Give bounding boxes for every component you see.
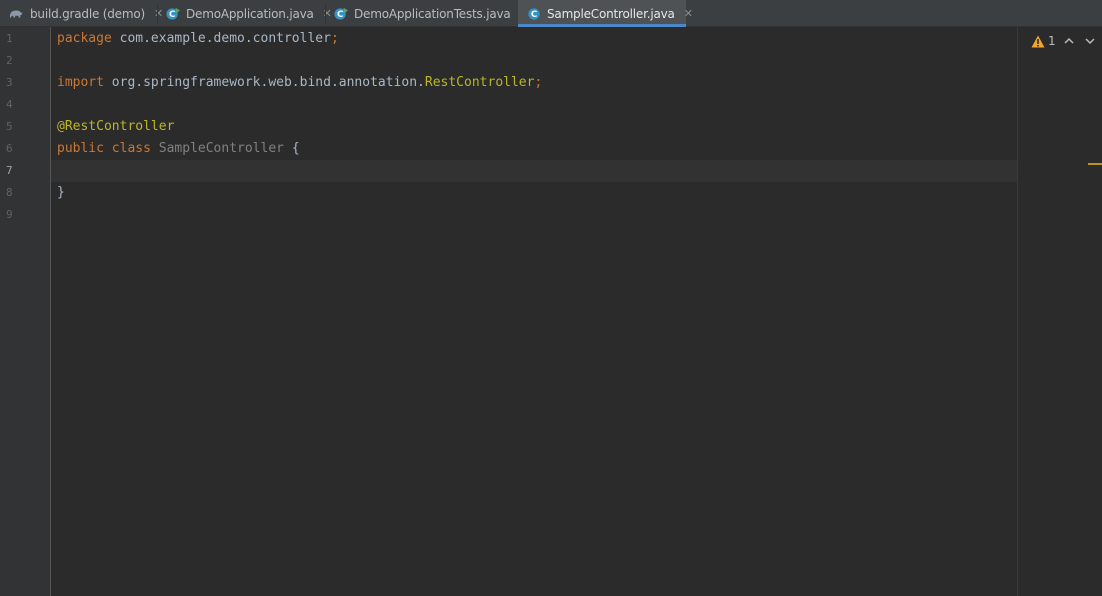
code-text[interactable]: @RestController <box>57 116 174 138</box>
line-number: 1 <box>6 32 13 45</box>
java-class-run-icon: C <box>334 7 348 20</box>
warning-count: 1 <box>1048 34 1056 48</box>
code-token: RestController <box>424 75 535 90</box>
code-text[interactable]: public class SampleController { <box>57 138 300 160</box>
code-token: ; <box>534 75 543 90</box>
tab-demo-application[interactable]: C DemoApplication.java ✕ <box>158 0 332 27</box>
right-margin-guide <box>1017 27 1018 596</box>
code-token: { <box>284 141 300 156</box>
tab-label: build.gradle (demo) <box>30 6 145 21</box>
code-line[interactable]: 2 <box>0 50 1017 72</box>
tab-label: SampleController.java <box>547 6 675 21</box>
code-token: class <box>111 141 151 156</box>
inspection-widget[interactable]: 1 <box>1031 34 1056 48</box>
editor-tab-bar: build.gradle (demo) ✕ C DemoApplication.… <box>0 0 1102 27</box>
code-editor[interactable]: 1 package com.example.demo.controller; 2 3 i… <box>0 27 1102 596</box>
gradle-elephant-icon <box>9 10 23 18</box>
code-token: SampleController <box>158 141 284 156</box>
svg-text:C: C <box>169 10 175 20</box>
tab-label: DemoApplicationTests.java <box>354 6 511 21</box>
line-number: 3 <box>6 76 13 89</box>
code-line[interactable]: 7 <box>0 160 1017 182</box>
code-token: public <box>57 141 104 156</box>
code-line[interactable]: 4 <box>0 94 1017 116</box>
chevron-down-icon[interactable] <box>1084 35 1096 47</box>
code-token: package <box>57 31 112 46</box>
line-number: 6 <box>6 142 13 155</box>
code-line[interactable]: 5 @RestController <box>0 116 1017 138</box>
code-token: org.springframework.web.bind.annotation. <box>103 75 425 90</box>
code-line[interactable]: 1 package com.example.demo.controller; <box>0 28 1017 50</box>
code-line[interactable]: 9 <box>0 204 1017 226</box>
code-line[interactable]: 6 public class SampleController { <box>0 138 1017 160</box>
line-number: 9 <box>6 208 13 221</box>
line-number: 8 <box>6 186 13 199</box>
line-number: 7 <box>6 164 13 177</box>
tab-sample-controller[interactable]: C SampleController.java ✕ <box>518 0 693 27</box>
warning-stripe-marker[interactable] <box>1088 163 1102 165</box>
code-token: import <box>57 75 104 90</box>
close-icon[interactable]: ✕ <box>684 7 693 20</box>
code-token: } <box>57 185 65 200</box>
warning-triangle-icon <box>1031 35 1045 47</box>
code-token: ; <box>330 31 339 46</box>
code-text[interactable]: package com.example.demo.controller; <box>57 28 339 50</box>
java-class-icon: C <box>528 7 540 20</box>
chevron-up-icon[interactable] <box>1063 35 1075 47</box>
line-number: 4 <box>6 98 13 111</box>
code-line[interactable]: 3 import org.springframework.web.bind.ann… <box>0 72 1017 94</box>
line-number: 5 <box>6 120 13 133</box>
tab-demo-application-tests[interactable]: C DemoApplicationTests.java ✕ <box>326 0 529 27</box>
tab-label: DemoApplication.java <box>186 6 314 21</box>
code-token: @RestController <box>57 119 175 134</box>
java-class-run-icon: C <box>166 7 180 20</box>
code-line[interactable]: 8} <box>0 182 1017 204</box>
svg-text:C: C <box>337 10 343 20</box>
tab-build-gradle[interactable]: build.gradle (demo) ✕ <box>0 0 163 27</box>
code-token: com.example.demo.controller <box>111 31 331 46</box>
code-text[interactable]: import org.springframework.web.bind.anno… <box>57 72 542 94</box>
code-text[interactable]: } <box>57 182 65 204</box>
svg-text:C: C <box>531 10 537 20</box>
line-number: 2 <box>6 54 13 67</box>
